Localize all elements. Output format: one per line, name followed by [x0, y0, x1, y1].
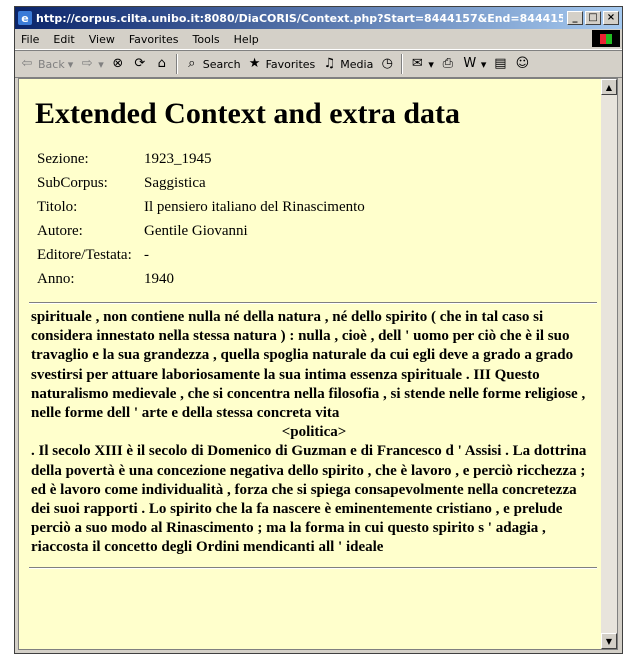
discuss-button[interactable]: ▤	[492, 56, 508, 72]
page-title: Extended Context and extra data	[35, 97, 460, 130]
metadata-value: Gentile Giovanni	[144, 223, 248, 239]
metadata-row: Titolo: Il pensiero italiano del Rinascim…	[37, 197, 365, 221]
back-arrow-icon: ⇦	[21, 56, 33, 71]
search-icon: ⌕	[188, 56, 196, 71]
home-button[interactable]: ⌂	[154, 56, 170, 72]
menu-bar: File Edit View Favorites Tools Help	[15, 29, 622, 50]
title-bar: e http://corpus.cilta.unibo.it:8080/DiaC…	[15, 7, 622, 29]
stop-button[interactable]: ⊗	[110, 56, 126, 72]
history-icon: ◷	[381, 56, 393, 71]
menu-tools[interactable]: Tools	[193, 33, 220, 46]
history-button[interactable]: ◷	[379, 56, 395, 72]
metadata-value: Il pensiero italiano del Rinascimento	[144, 199, 365, 215]
favorites-button[interactable]: ★ Favorites	[247, 56, 316, 72]
back-label: Back	[38, 57, 65, 71]
context-text: spirituale , non contiene nulla né della…	[29, 308, 597, 558]
dropdown-arrow-icon: ▾	[428, 57, 434, 71]
keyword-tag: <politica>	[281, 424, 347, 441]
page-viewport: Extended Context and extra data Sezione:…	[18, 78, 618, 650]
menu-favorites[interactable]: Favorites	[129, 33, 179, 46]
home-icon: ⌂	[157, 56, 166, 71]
metadata-row: Sezione: 1923_1945	[37, 149, 365, 173]
scroll-down-button[interactable]: ▼	[601, 633, 617, 649]
metadata-label: Sezione:	[37, 151, 89, 167]
metadata-row: SubCorpus: Saggistica	[37, 173, 365, 197]
vertical-scrollbar[interactable]: ▲ ▼	[601, 79, 617, 649]
forward-arrow-icon: ⇨	[81, 56, 93, 71]
metadata-label: SubCorpus:	[37, 175, 108, 191]
browser-window: e http://corpus.cilta.unibo.it:8080/DiaC…	[14, 6, 623, 654]
metadata-label: Editore/Testata:	[37, 247, 132, 263]
forward-button[interactable]: ⇨ ▾	[79, 56, 104, 72]
search-label: Search	[202, 57, 241, 71]
metadata-value: 1940	[144, 271, 174, 287]
menu-edit[interactable]: Edit	[53, 33, 74, 46]
metadata-row: Autore: Gentile Giovanni	[37, 221, 365, 245]
menu-help[interactable]: Help	[234, 33, 259, 46]
metadata-row: Editore/Testata: -	[37, 245, 365, 269]
ie-logo-icon: e	[18, 11, 32, 25]
metadata-label: Titolo:	[37, 199, 78, 215]
arrow-down-icon: ▼	[605, 636, 613, 646]
print-icon: ⎙	[442, 56, 454, 71]
favorites-icon: ★	[248, 56, 261, 71]
metadata-value: -	[144, 247, 149, 263]
back-button[interactable]: ⇦ Back ▾	[19, 56, 74, 72]
metadata-table: Sezione: 1923_1945 SubCorpus: Saggistica T…	[37, 149, 365, 293]
favorites-label: Favorites	[265, 57, 316, 71]
metadata-value: Saggistica	[144, 175, 206, 191]
metadata-label: Anno:	[37, 271, 75, 287]
toolbar-separator	[401, 54, 404, 74]
word-icon: W	[463, 56, 477, 71]
media-label: Media	[340, 57, 374, 71]
stop-icon: ⊗	[112, 56, 124, 71]
metadata-label: Autore:	[37, 223, 83, 239]
search-button[interactable]: ⌕ Search	[184, 56, 241, 72]
maximize-button[interactable]: □	[585, 11, 601, 25]
minimize-button[interactable]: _	[567, 11, 583, 25]
divider	[29, 302, 597, 304]
mail-icon: ✉	[411, 56, 423, 71]
metadata-value: 1923_1945	[144, 151, 212, 167]
dropdown-arrow-icon: ▾	[67, 57, 74, 71]
refresh-icon: ⟳	[134, 56, 146, 71]
mail-button[interactable]: ✉ ▾	[409, 56, 434, 72]
media-icon: ♫	[323, 56, 336, 71]
context-before: spirituale , non contiene nulla né della…	[31, 309, 586, 422]
dropdown-arrow-icon: ▾	[98, 57, 104, 71]
window-title: http://corpus.cilta.unibo.it:8080/DiaCOR…	[36, 11, 563, 25]
menu-view[interactable]: View	[89, 33, 115, 46]
media-button[interactable]: ♫ Media	[321, 56, 373, 72]
menu-file[interactable]: File	[21, 33, 39, 46]
metadata-row: Anno: 1940	[37, 269, 365, 293]
discuss-icon: ▤	[494, 56, 507, 71]
refresh-button[interactable]: ⟳	[132, 56, 148, 72]
arrow-up-icon: ▲	[605, 82, 613, 92]
messenger-icon: ☺	[515, 56, 530, 71]
context-after: . Il secolo XIII è il secolo di Domenico…	[31, 443, 587, 556]
divider	[29, 566, 597, 569]
toolbar-separator	[175, 54, 178, 74]
window-controls: _ □ ×	[567, 11, 619, 25]
scroll-up-button[interactable]: ▲	[601, 79, 617, 95]
close-button[interactable]: ×	[603, 11, 619, 25]
messenger-button[interactable]: ☺	[514, 56, 530, 72]
toolbar: ⇦ Back ▾ ⇨ ▾ ⊗ ⟳ ⌂ ⌕ Search ★ Favorites …	[15, 50, 622, 78]
print-button[interactable]: ⎙	[440, 56, 456, 72]
edit-button[interactable]: W ▾	[462, 56, 487, 72]
dropdown-arrow-icon: ▾	[480, 57, 487, 71]
windows-logo-icon	[592, 30, 620, 47]
page-content: Extended Context and extra data Sezione:…	[29, 79, 597, 569]
